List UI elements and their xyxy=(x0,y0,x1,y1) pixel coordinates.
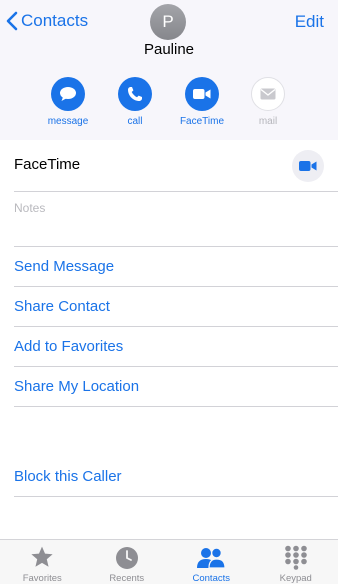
keypad-icon xyxy=(284,545,307,570)
back-button[interactable]: Contacts xyxy=(6,10,88,32)
contacts-people-icon xyxy=(197,547,226,569)
envelope-icon xyxy=(260,88,276,100)
chevron-left-icon xyxy=(6,11,18,31)
call-action-circle[interactable] xyxy=(118,77,152,111)
tab-contacts-label: Contacts xyxy=(192,573,231,584)
divider xyxy=(14,286,338,287)
share-my-location-link[interactable]: Share My Location xyxy=(14,378,139,395)
add-to-favorites-link[interactable]: Add to Favorites xyxy=(14,338,123,355)
avatar: P xyxy=(150,4,186,40)
divider xyxy=(14,326,338,327)
notes-field[interactable]: Notes xyxy=(14,201,45,215)
call-action-label: call xyxy=(127,116,143,127)
contact-name: Pauline xyxy=(143,41,195,58)
tab-recents-label: Recents xyxy=(109,573,145,584)
facetime-action-label: FaceTime xyxy=(179,116,225,127)
message-action[interactable]: message xyxy=(40,77,96,127)
clock-icon xyxy=(115,546,138,569)
mail-action-label: mail xyxy=(258,116,278,127)
call-action[interactable]: call xyxy=(107,77,163,127)
facetime-action[interactable]: FaceTime xyxy=(174,77,230,127)
divider xyxy=(14,191,338,192)
avatar-initial: P xyxy=(162,12,174,31)
tab-favorites-label: Favorites xyxy=(22,573,62,584)
facetime-row-label: FaceTime xyxy=(14,156,81,173)
video-camera-icon xyxy=(299,161,317,171)
tab-keypad-label: Keypad xyxy=(279,573,312,584)
facetime-video-button[interactable] xyxy=(292,150,324,182)
back-button-label: Contacts xyxy=(21,11,89,30)
share-contact-link[interactable]: Share Contact xyxy=(14,298,110,315)
message-action-circle[interactable] xyxy=(51,77,85,111)
mail-action: mail xyxy=(240,77,296,127)
divider xyxy=(14,496,338,497)
star-icon xyxy=(31,546,53,567)
block-caller-link[interactable]: Block this Caller xyxy=(14,468,122,485)
tab-keypad[interactable]: Keypad xyxy=(254,540,338,584)
tab-favorites[interactable]: Favorites xyxy=(0,540,85,584)
facetime-action-circle[interactable] xyxy=(185,77,219,111)
mail-action-circle xyxy=(251,77,285,111)
divider xyxy=(14,246,338,247)
divider xyxy=(14,406,338,407)
edit-button[interactable]: Edit xyxy=(295,12,324,32)
tab-bar: Favorites Recents Contacts Keypad xyxy=(0,539,338,584)
divider xyxy=(14,366,338,367)
tab-contacts[interactable]: Contacts xyxy=(169,540,254,584)
message-action-label: message xyxy=(47,116,89,127)
facetime-row[interactable]: FaceTime xyxy=(0,140,338,192)
contact-header: Contacts P Edit Pauline message call Fac… xyxy=(0,0,338,140)
video-camera-icon xyxy=(193,89,211,99)
tab-recents[interactable]: Recents xyxy=(85,540,170,584)
message-bubble-icon xyxy=(60,87,76,101)
send-message-link[interactable]: Send Message xyxy=(14,258,114,275)
phone-icon xyxy=(128,87,142,101)
